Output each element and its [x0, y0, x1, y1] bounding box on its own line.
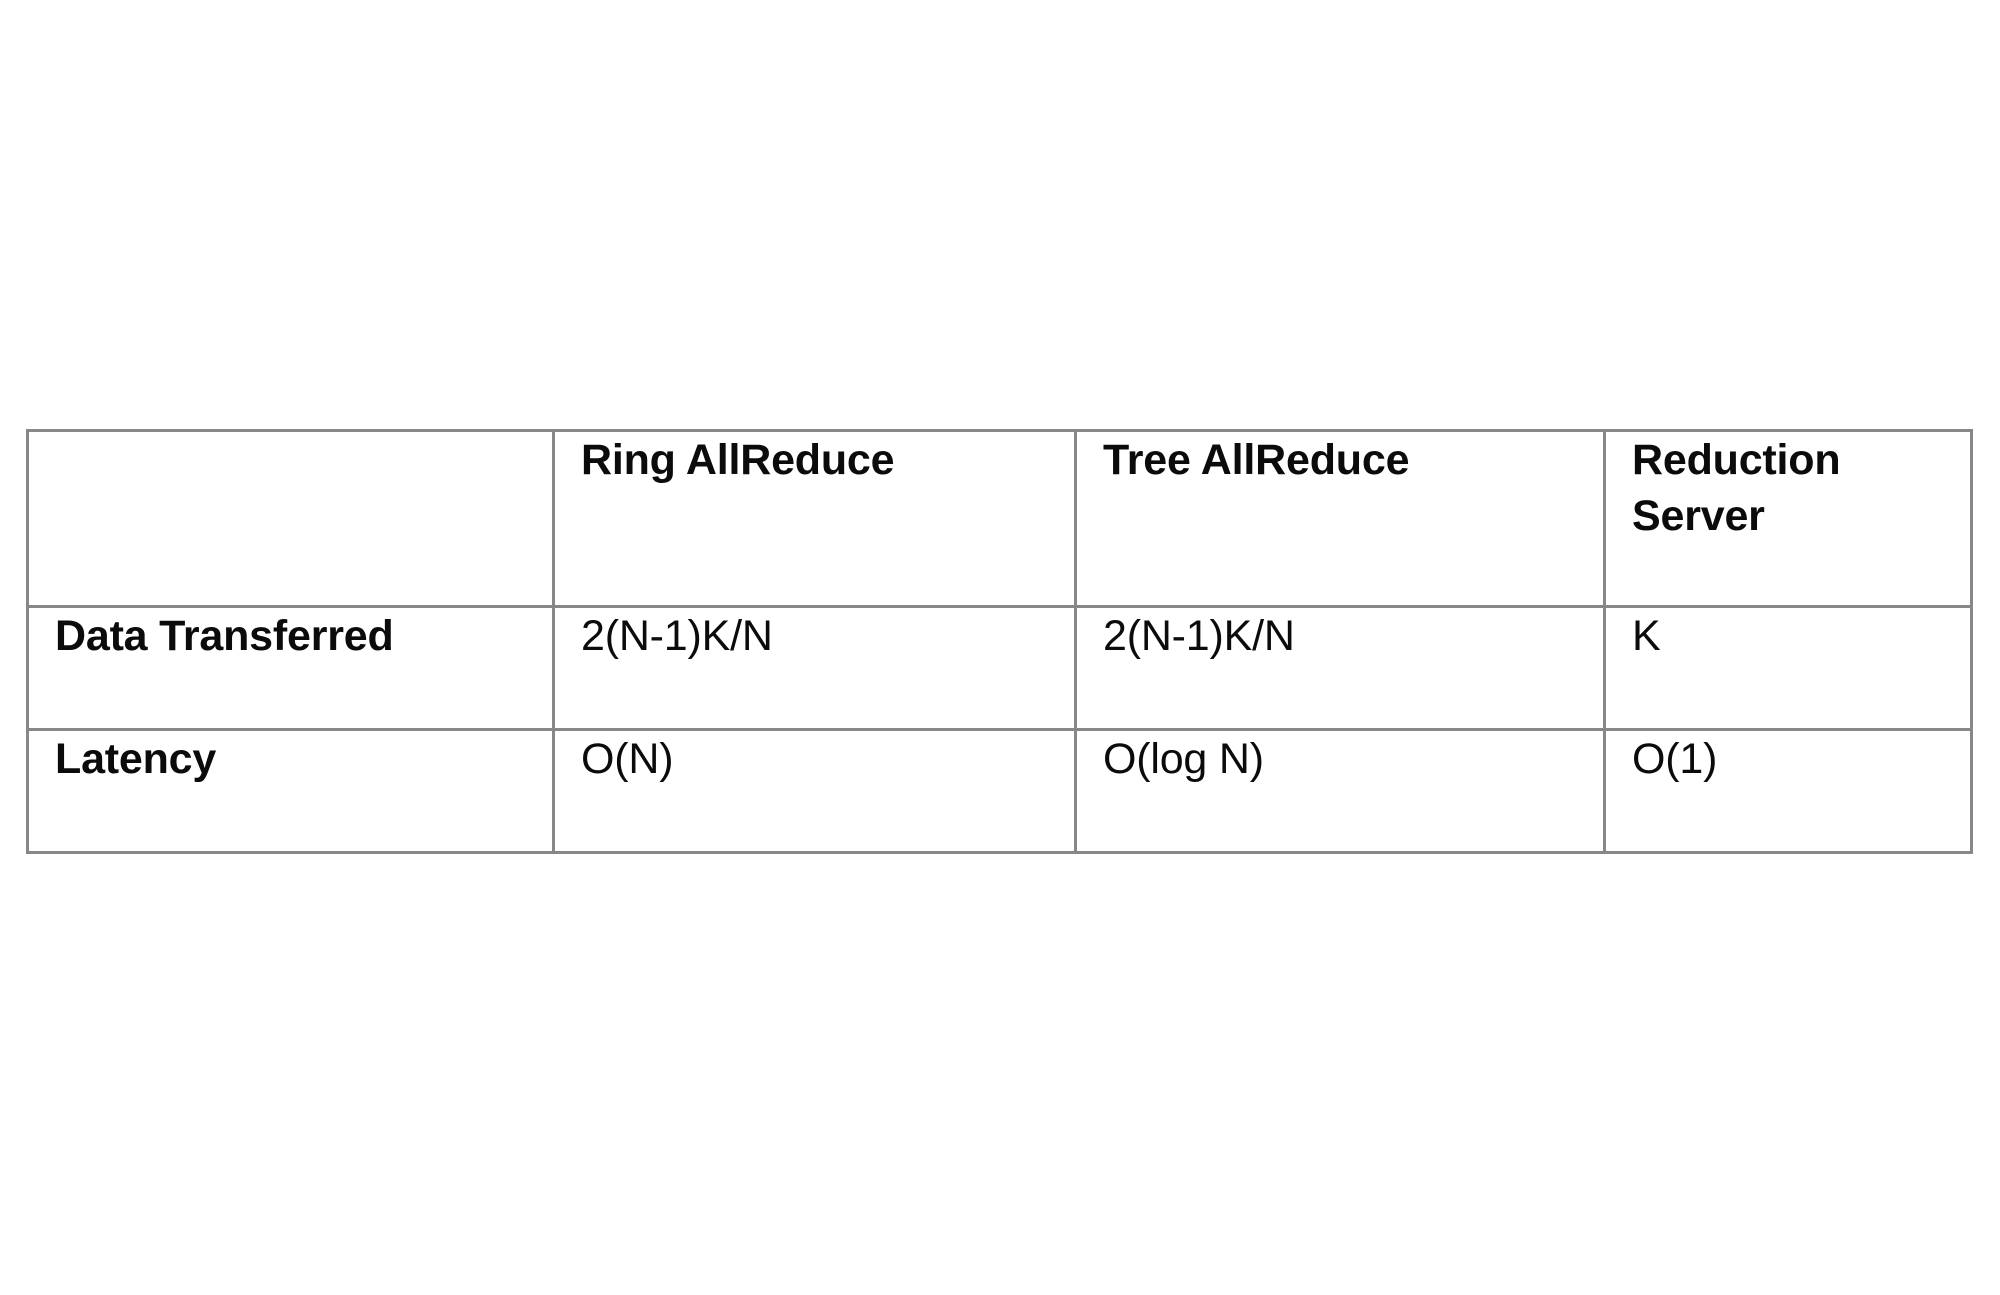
cell-data-transferred-ring: 2(N-1)K/N: [552, 605, 1077, 731]
cell-latency-reduction-server: O(1): [1603, 728, 1973, 854]
cell-latency-tree: O(log N): [1074, 728, 1606, 854]
table-body: Data Transferred 2(N-1)K/N 2(N-1)K/N K L…: [26, 605, 1973, 854]
cell-data-transferred-reduction-server: K: [1603, 605, 1973, 731]
cell-data-transferred-tree: 2(N-1)K/N: [1074, 605, 1606, 731]
row-header-latency: Latency: [26, 728, 555, 854]
table-header-row: Ring AllReduce Tree AllReduce Reduction …: [26, 429, 1973, 608]
table-row: Latency O(N) O(log N) O(1): [26, 728, 1973, 854]
cell-latency-ring: O(N): [552, 728, 1077, 854]
page-canvas: Ring AllReduce Tree AllReduce Reduction …: [0, 0, 2000, 1295]
column-header-ring-allreduce: Ring AllReduce: [552, 429, 1077, 608]
column-header-reduction-server: Reduction Server: [1603, 429, 1973, 608]
row-header-data-transferred: Data Transferred: [26, 605, 555, 731]
column-header-blank: [26, 429, 555, 608]
table-header: Ring AllReduce Tree AllReduce Reduction …: [26, 429, 1973, 608]
allreduce-comparison-table: Ring AllReduce Tree AllReduce Reduction …: [26, 429, 1973, 854]
table-row: Data Transferred 2(N-1)K/N 2(N-1)K/N K: [26, 605, 1973, 731]
column-header-tree-allreduce: Tree AllReduce: [1074, 429, 1606, 608]
